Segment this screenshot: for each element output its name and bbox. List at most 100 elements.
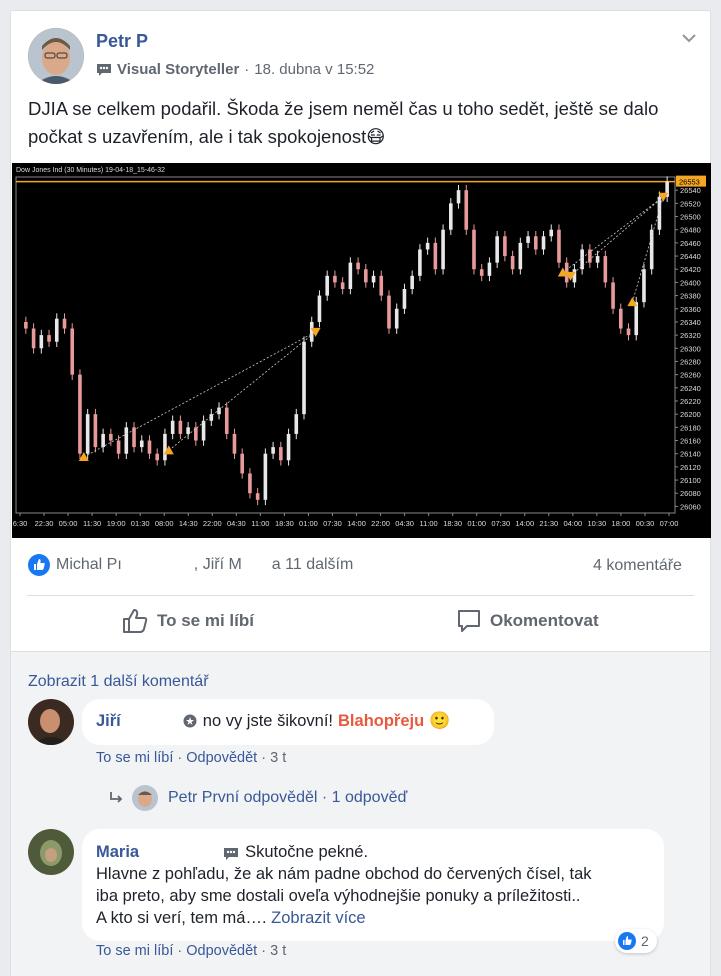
candle-body [580, 249, 584, 270]
reaction-name-2[interactable]: , Jiří M [194, 556, 242, 574]
candle-body [178, 420, 183, 434]
y-tick-label: 26420 [680, 265, 701, 274]
comment-button-label: Okomentovat [490, 611, 599, 630]
x-tick-label: 10:30 [587, 519, 606, 528]
x-tick-label: 18:30 [443, 519, 462, 528]
author-role[interactable]: Visual Storyteller [117, 61, 239, 78]
reply-summary[interactable]: Petr První odpověděl · 1 odpověď [108, 784, 407, 812]
candle-body [294, 414, 299, 434]
meta-separator: · [244, 61, 250, 78]
price-chart[interactable]: Dow Jones Ind (30 Minutes) 19-04-18_15-4… [12, 163, 711, 538]
thumbs-up-icon [121, 608, 149, 634]
chart-title: Dow Jones Ind (30 Minutes) 19-04-18_15-4… [16, 167, 165, 174]
like-button[interactable]: To se mi líbí [121, 607, 254, 635]
show-more-comments-link[interactable]: Zobrazit 1 další komentář [28, 673, 209, 691]
candle-body [472, 229, 476, 270]
candle-body [387, 295, 391, 329]
comment-reply-link[interactable]: Odpovědět [186, 943, 257, 959]
candle-body [618, 308, 623, 329]
candle-body [418, 249, 422, 276]
x-tick-label: 21:30 [539, 519, 558, 528]
reply-summary-text: Petr První odpověděl · 1 odpověď [168, 789, 408, 806]
reply-author-avatar [132, 785, 158, 811]
candle-body [217, 407, 221, 415]
reply-arrow-icon [108, 790, 124, 806]
author-avatar[interactable] [28, 28, 84, 84]
x-tick-label: 04:30 [227, 519, 246, 528]
y-tick-label: 26080 [680, 489, 701, 498]
y-tick-label: 26400 [680, 278, 701, 287]
y-tick-label: 26380 [680, 292, 701, 301]
comment-reply-link[interactable]: Odpovědět [186, 750, 257, 766]
comments-count[interactable]: 4 komentáře [593, 557, 682, 575]
comment-like-count[interactable]: 2 [615, 929, 657, 953]
x-tick-label: 08:00 [155, 519, 174, 528]
comment-text: Hlavne z pohľadu, že ak nám padne obchod… [96, 865, 592, 883]
candle-body [449, 203, 453, 230]
candle-body [78, 374, 82, 454]
comment-actions: To se mi líbí · Odpovědět · 3 t [96, 750, 286, 766]
storyteller-icon [223, 845, 239, 860]
comment-time[interactable]: 3 t [270, 943, 286, 959]
comment-time[interactable]: 3 t [270, 750, 286, 766]
candle-body [611, 282, 615, 309]
divider [27, 595, 694, 596]
candle-body [364, 269, 368, 283]
candle-body [240, 453, 244, 474]
like-reaction-icon [618, 932, 636, 950]
y-tick-label: 26520 [680, 199, 701, 208]
x-tick-label: 04:30 [395, 519, 414, 528]
y-tick-label: 26140 [680, 450, 701, 459]
last-price-label: 26553 [679, 178, 700, 187]
candle-body [642, 269, 646, 303]
candle-body [263, 453, 268, 500]
see-more-link[interactable]: Zobrazit více [271, 909, 365, 927]
post-timestamp[interactable]: 18. dubna v 15:52 [254, 61, 374, 78]
candle-body [39, 335, 44, 349]
y-tick-label: 26360 [680, 305, 701, 314]
candle-body [255, 493, 260, 500]
reactions-summary[interactable]: Michal Pı , Jiří M a 11 dalším [28, 553, 353, 577]
reaction-others[interactable]: a 11 dalším [272, 556, 354, 574]
candle-body [595, 256, 600, 263]
comment-author[interactable]: Jiří [96, 712, 121, 731]
reaction-name-1[interactable]: Michal Pı [56, 556, 122, 574]
candle-body [286, 433, 291, 461]
candle-body [518, 242, 523, 270]
candle-body [24, 321, 28, 329]
action-separator: · [261, 943, 267, 959]
comment-author[interactable]: Maria [96, 841, 139, 863]
candle-body [31, 328, 36, 349]
x-tick-label: 11:00 [251, 519, 269, 528]
x-tick-label: 6:30 [13, 519, 28, 528]
author-name[interactable]: Petr P [96, 31, 148, 52]
like-reaction-icon [28, 554, 50, 576]
author-photo [28, 28, 84, 84]
candle-body [232, 433, 237, 454]
comment-like-link[interactable]: To se mi líbí [96, 943, 173, 959]
candle-body [155, 453, 160, 461]
comment-like-link[interactable]: To se mi líbí [96, 750, 173, 766]
x-tick-label: 14:30 [179, 519, 198, 528]
y-tick-label: 26260 [680, 371, 701, 380]
x-tick-label: 22:00 [371, 519, 390, 528]
candle-body [464, 190, 469, 230]
commenter-avatar[interactable] [28, 829, 74, 875]
candle-body [54, 318, 59, 342]
x-tick-label: 14:00 [515, 519, 534, 528]
candle-body [526, 236, 530, 243]
comment-icon [456, 608, 482, 634]
y-tick-label: 26540 [680, 186, 701, 195]
y-tick-label: 26240 [680, 384, 701, 393]
candle-body [147, 440, 152, 454]
commenter-avatar[interactable] [28, 699, 74, 745]
x-tick-label: 11:00 [420, 519, 438, 528]
comment-body: Jiří no vy jste šikovní! Blahopřeju 🙂 [96, 711, 450, 731]
candle-body [47, 335, 51, 342]
post-options-chevron-icon[interactable] [681, 31, 697, 43]
y-tick-label: 26200 [680, 410, 701, 419]
x-tick-label: 01:00 [467, 519, 486, 528]
candle-body [62, 318, 67, 329]
comment-button[interactable]: Okomentovat [456, 607, 599, 635]
comment-text: A kto si verí, tem má…. [96, 909, 267, 927]
